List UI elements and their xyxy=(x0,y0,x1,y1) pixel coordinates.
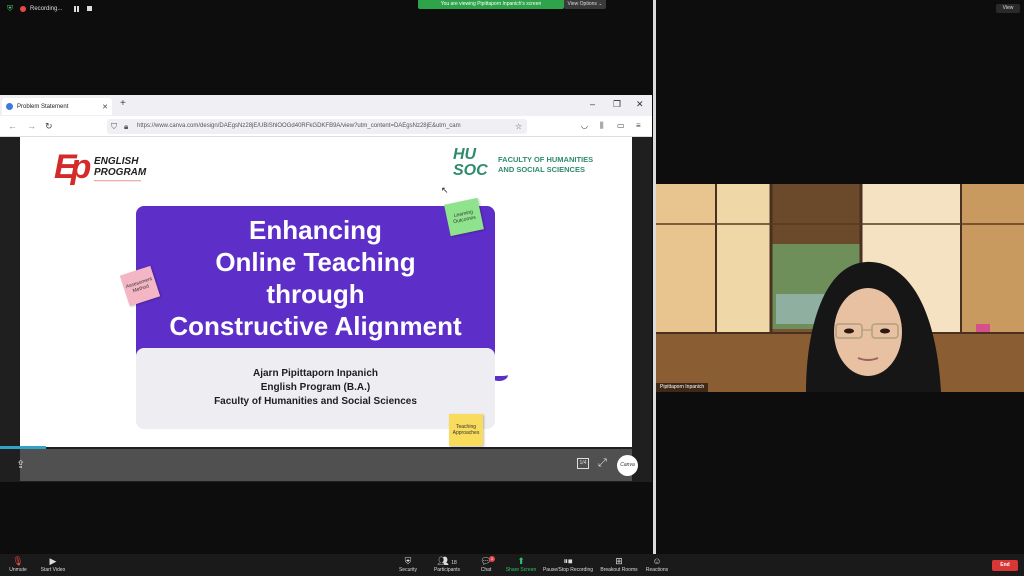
video-off-icon: ▶︎ xyxy=(49,556,57,566)
reactions-button[interactable]: ☺ Reactions xyxy=(627,555,687,573)
author-name: Ajarn Pipittaporn Inpanich xyxy=(252,368,378,379)
fullscreen-icon[interactable]: ⤢ xyxy=(598,457,607,470)
browser-tab[interactable]: Problem Statement ✕ xyxy=(2,98,112,115)
pause-recording-icon[interactable] xyxy=(74,5,80,12)
author-program: English Program (B.A.) xyxy=(260,382,371,393)
reactions-icon: ☺ xyxy=(652,556,662,566)
pause-stop-recording-label: Pause/Stop Recording xyxy=(542,567,594,573)
restore-icon[interactable]: ❐ xyxy=(613,99,621,110)
forward-arrow-icon[interactable]: → xyxy=(27,121,36,131)
view-button[interactable]: View xyxy=(996,4,1020,13)
participant-name-label: Pipittaporn Inpanich xyxy=(656,383,709,392)
minimize-icon[interactable]: – xyxy=(590,99,595,109)
recording-indicator: Recording... xyxy=(20,3,93,14)
navigation-bar: ← → ↻ https://www.canva.com/design/DAEgs… xyxy=(0,116,652,137)
share-icon[interactable]: ⇪ xyxy=(16,458,25,471)
view-options-button[interactable]: View Options ⌄ xyxy=(564,0,606,9)
pocket-icon[interactable]: ◡ xyxy=(581,121,588,130)
ep-logo-subtext: ━━━━━━━━━━━━━━━━━━━━━━━━━━ xyxy=(94,179,141,183)
mouse-cursor-icon: ↖ xyxy=(441,185,449,195)
security-label: Security xyxy=(398,567,418,573)
title-line-4: Constructive Alignment xyxy=(169,311,462,341)
start-video-label: Start Video xyxy=(40,567,66,573)
record-dot-icon xyxy=(20,5,26,12)
husoc-logo-mark: HU SOC xyxy=(453,146,488,179)
tab-title: Problem Statement xyxy=(17,103,69,110)
view-button-label: View xyxy=(1002,5,1014,11)
shield-icon[interactable]: ⛨ xyxy=(7,4,15,13)
sidebar-icon[interactable]: ▭ xyxy=(617,121,625,130)
canva-badge[interactable]: Canva xyxy=(617,455,638,476)
bookmark-star-icon[interactable]: ☆ xyxy=(515,122,522,131)
stop-recording-icon[interactable] xyxy=(87,6,93,11)
chat-label: Chat xyxy=(480,567,492,573)
reload-icon[interactable]: ↻ xyxy=(45,121,53,132)
video-frame-image xyxy=(656,184,1024,392)
viewer-controls xyxy=(20,449,632,481)
tab-bar: Problem Statement ✕ + – ❐ ✕ xyxy=(0,95,652,116)
sticky-note-teaching-approaches: Teaching Approaches xyxy=(449,414,483,446)
library-icon[interactable]: ⫼ xyxy=(600,121,604,131)
tracking-shield-icon[interactable]: ⛉ xyxy=(111,122,117,132)
lock-icon[interactable]: 🔒︎ xyxy=(124,122,128,132)
recording-label: Recording... xyxy=(30,5,63,12)
close-window-icon[interactable]: ✕ xyxy=(636,99,644,110)
ep-logo-text: ENGLISH PROGRAM xyxy=(94,156,147,178)
reactions-label: Reactions xyxy=(645,567,669,573)
presentation-slide: Ep ENGLISH PROGRAM ━━━━━━━━━━━━━━━━━━━━━… xyxy=(20,137,632,447)
author-faculty: Faculty of Humanities and Social Science… xyxy=(214,396,417,407)
viewing-banner: You are viewing Pipittaporn Inpanich's s… xyxy=(418,0,564,9)
faculty-line-2: AND SOCIAL SCIENCES xyxy=(498,165,585,174)
address-bar[interactable]: https://www.canva.com/design/DAEgsNz28jE… xyxy=(107,119,527,134)
view-options-label: View Options xyxy=(567,1,597,7)
chevron-down-icon: ⌄ xyxy=(598,1,603,7)
faculty-logo-text: FACULTY OF HUMANITIES AND SOCIAL SCIENCE… xyxy=(498,155,593,175)
canva-favicon-icon xyxy=(6,103,13,110)
new-tab-icon[interactable]: + xyxy=(120,98,126,109)
menu-icon[interactable]: ≡ xyxy=(636,121,641,130)
faculty-line-1: FACULTY OF HUMANITIES xyxy=(498,155,594,164)
participant-video[interactable] xyxy=(656,184,1024,392)
title-line-3: through xyxy=(266,279,365,309)
back-arrow-icon[interactable]: ← xyxy=(8,121,17,131)
ep-logo-mark: Ep xyxy=(54,148,91,186)
title-line-1: Enhancing xyxy=(249,215,382,245)
title-line-2: Online Teaching xyxy=(215,247,416,277)
close-tab-icon[interactable]: ✕ xyxy=(102,103,108,111)
start-video-button[interactable]: ▶︎ Start Video xyxy=(23,555,83,573)
end-meeting-button[interactable]: End xyxy=(992,560,1018,571)
share-screen-label: Share Screen xyxy=(505,567,537,573)
pages-icon[interactable]: 1/4 xyxy=(577,458,589,469)
